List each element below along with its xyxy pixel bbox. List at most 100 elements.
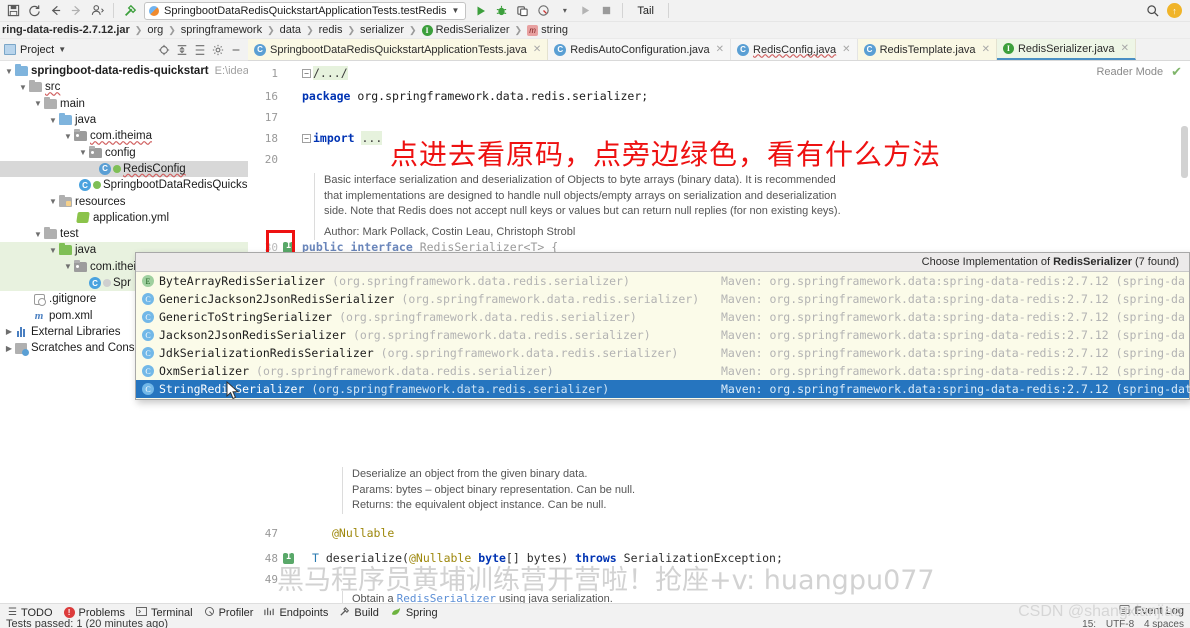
- chevron-down-icon[interactable]: ▼: [33, 99, 43, 108]
- fold-toggle-icon[interactable]: −: [302, 134, 311, 143]
- breadcrumb-item-org[interactable]: org: [145, 24, 165, 36]
- tail-button[interactable]: Tail: [629, 2, 662, 20]
- list-item-selected[interactable]: C StringRedisSerializer (org.springframe…: [136, 380, 1190, 398]
- tab-redis-config[interactable]: C RedisConfig.java ✕: [731, 39, 858, 60]
- breadcrumb-item-jar[interactable]: ring-data-redis-2.7.12.jar: [0, 24, 132, 36]
- chevron-down-icon[interactable]: ▼: [18, 83, 28, 92]
- run-configuration-selector[interactable]: SpringbootDataRedisQuickstartApplication…: [144, 1, 467, 20]
- tree-item-springboot-app[interactable]: C SpringbootDataRedisQuicks: [0, 177, 248, 193]
- tool-button-endpoints[interactable]: Endpoints: [262, 606, 337, 620]
- chevron-down-icon[interactable]: ▼: [63, 262, 73, 271]
- tree-item-application-yml[interactable]: application.yml: [0, 210, 248, 226]
- close-icon[interactable]: ✕: [982, 44, 990, 55]
- chevron-down-icon[interactable]: ▼: [78, 148, 88, 157]
- settings-gear-icon[interactable]: [210, 42, 226, 58]
- close-icon[interactable]: ✕: [1121, 43, 1129, 54]
- fold-toggle-icon[interactable]: −: [302, 69, 311, 78]
- chevron-down-icon[interactable]: ▾: [555, 1, 574, 20]
- implementation-name: ByteArrayRedisSerializer: [159, 274, 326, 288]
- breadcrumb-item-redisserializer[interactable]: I RedisSerializer: [420, 24, 512, 36]
- tree-item-test[interactable]: ▼ test: [0, 226, 248, 242]
- indent-setting[interactable]: 4 spaces: [1144, 619, 1184, 628]
- tab-springboot-tests[interactable]: C SpringbootDataRedisQuickstartApplicati…: [248, 39, 549, 60]
- tab-redis-autoconfiguration[interactable]: C RedisAutoConfiguration.java ✕: [548, 39, 732, 60]
- chevron-down-icon[interactable]: ▼: [48, 246, 58, 255]
- list-item[interactable]: C OxmSerializer (org.springframework.dat…: [136, 362, 1189, 380]
- stop-button[interactable]: [597, 1, 616, 20]
- close-icon[interactable]: ✕: [842, 44, 850, 55]
- tree-item-com-itheima[interactable]: ▼ com.itheima: [0, 128, 248, 144]
- tree-item-resources[interactable]: ▼ resources: [0, 193, 248, 209]
- implemented-by-icon[interactable]: [282, 241, 294, 253]
- chevron-down-icon[interactable]: ▼: [48, 116, 58, 125]
- chevron-down-icon[interactable]: ▼: [451, 6, 459, 15]
- collapse-all-icon[interactable]: [192, 42, 208, 58]
- close-icon[interactable]: ✕: [533, 44, 541, 55]
- implemented-by-icon[interactable]: [282, 552, 294, 564]
- choose-implementation-popup[interactable]: Choose Implementation of RedisSerializer…: [135, 252, 1190, 400]
- chevron-down-icon[interactable]: ▼: [4, 67, 14, 76]
- debug-button[interactable]: [492, 1, 511, 20]
- back-arrow-icon[interactable]: [46, 1, 65, 20]
- hide-panel-icon[interactable]: [228, 42, 244, 58]
- gutter-override-marker[interactable]: [278, 552, 298, 564]
- breadcrumb-item-string[interactable]: m string: [525, 24, 570, 36]
- close-icon[interactable]: ✕: [716, 44, 724, 55]
- update-available-badge[interactable]: ↑: [1167, 3, 1182, 18]
- tool-button-build[interactable]: Build: [337, 606, 387, 620]
- chevron-right-icon[interactable]: ▶: [4, 327, 14, 336]
- breadcrumb-item-data[interactable]: data: [278, 24, 303, 36]
- caret-position[interactable]: 15:: [1082, 619, 1096, 628]
- tree-item-module[interactable]: ▼ springboot-data-redis-quickstart E:\id…: [0, 63, 248, 79]
- chevron-down-icon[interactable]: ▼: [48, 197, 58, 206]
- gutter-implementation-marker[interactable]: [278, 241, 298, 253]
- list-item[interactable]: C JdkSerializationRedisSerializer (org.s…: [136, 344, 1189, 362]
- breadcrumb-item-redis[interactable]: redis: [317, 24, 345, 36]
- list-item[interactable]: C GenericJackson2JsonRedisSerializer (or…: [136, 290, 1189, 308]
- tab-redis-template[interactable]: C RedisTemplate.java ✕: [857, 39, 997, 60]
- breadcrumb-item-springframework[interactable]: springframework: [179, 24, 264, 36]
- resume-button[interactable]: [576, 1, 595, 20]
- tree-item-label: SpringbootDataRedisQuicks: [103, 179, 248, 192]
- tree-item-redisconfig[interactable]: C RedisConfig: [0, 160, 248, 178]
- tree-item-config[interactable]: ▼ config: [0, 144, 248, 160]
- java-class-icon: C: [863, 43, 876, 56]
- forward-arrow-icon[interactable]: [67, 1, 86, 20]
- vcs-update-icon[interactable]: [88, 1, 107, 20]
- file-encoding[interactable]: UTF-8: [1099, 619, 1141, 628]
- chevron-right-icon[interactable]: ▶: [4, 344, 14, 353]
- expand-all-icon[interactable]: [174, 42, 190, 58]
- tree-item-main[interactable]: ▼ main: [0, 96, 248, 112]
- scrollbar-thumb[interactable]: [1181, 126, 1188, 178]
- implementation-package: (org.springframework.data.redis.serializ…: [256, 364, 554, 378]
- chevron-down-icon[interactable]: ▼: [58, 45, 66, 54]
- reader-mode-indicator[interactable]: Reader Mode ✔: [1096, 64, 1182, 80]
- implementation-list[interactable]: E ByteArrayRedisSerializer (org.springfr…: [136, 272, 1190, 398]
- run-button[interactable]: [471, 1, 490, 20]
- list-item[interactable]: C Jackson2JsonRedisSerializer (org.sprin…: [136, 326, 1189, 344]
- run-with-coverage-button[interactable]: [513, 1, 532, 20]
- tool-button-spring[interactable]: Spring: [388, 606, 447, 620]
- tree-item-label: .gitignore: [49, 293, 97, 306]
- sync-icon[interactable]: [25, 1, 44, 20]
- search-icon[interactable]: [1143, 1, 1162, 20]
- profile-button[interactable]: [534, 1, 553, 20]
- check-icon[interactable]: ✔: [1171, 64, 1182, 80]
- build-hammer-icon[interactable]: [120, 1, 139, 20]
- tree-item-src[interactable]: ▼ src: [0, 79, 248, 95]
- tree-item-main-java[interactable]: ▼ java: [0, 112, 248, 128]
- project-title-group[interactable]: Project ▼: [4, 44, 66, 56]
- tool-button-problems[interactable]: ! Problems: [62, 607, 134, 619]
- tool-window-bar: ☰ TODO ! Problems Terminal Profiler Endp…: [0, 603, 1190, 621]
- locate-icon[interactable]: [156, 42, 172, 58]
- breadcrumb-item-serializer[interactable]: serializer: [358, 24, 406, 36]
- tab-redis-serializer[interactable]: I RedisSerializer.java ✕: [996, 39, 1136, 60]
- list-item[interactable]: C GenericToStringSerializer (org.springf…: [136, 308, 1189, 326]
- tool-button-profiler[interactable]: Profiler: [202, 606, 263, 620]
- list-item[interactable]: E ByteArrayRedisSerializer (org.springfr…: [136, 272, 1189, 290]
- chevron-down-icon[interactable]: ▼: [63, 132, 73, 141]
- event-log-button[interactable]: Event Log: [1119, 604, 1184, 618]
- chevron-down-icon[interactable]: ▼: [33, 230, 43, 239]
- save-icon[interactable]: [4, 1, 23, 20]
- tool-button-todo[interactable]: ☰ TODO: [6, 607, 62, 619]
